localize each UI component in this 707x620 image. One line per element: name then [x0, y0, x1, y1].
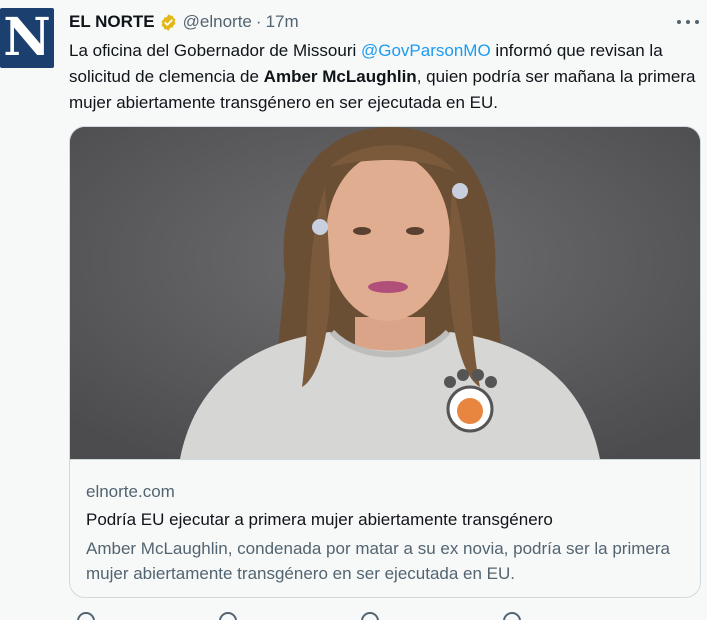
separator-dot: · — [255, 12, 262, 31]
card-title: Podría EU ejecutar a primera mujer abier… — [86, 510, 553, 529]
like-icon[interactable] — [361, 612, 379, 620]
card-image[interactable] — [70, 127, 700, 459]
link-preview-card[interactable]: elnorte.com Podría EU ejecutar a primera… — [69, 126, 701, 598]
tweet-actions — [69, 612, 629, 620]
tweet-timestamp[interactable]: 17m — [266, 12, 299, 32]
tweet-text: La oficina del Gobernador de Missouri @G… — [69, 38, 699, 116]
card-divider — [70, 459, 700, 460]
reply-icon[interactable] — [77, 612, 95, 620]
mention-link[interactable]: @GovParsonMO — [361, 41, 491, 60]
retweet-icon[interactable] — [219, 612, 237, 620]
tweet-header: EL NORTE @elnorte · 17m — [69, 11, 299, 33]
card-domain: elnorte.com — [86, 482, 175, 501]
author-handle[interactable]: @elnorte — [183, 12, 252, 32]
card-description: Amber McLaughlin, condenada por matar a … — [86, 539, 670, 583]
more-options-icon[interactable] — [677, 12, 699, 32]
avatar-logo-letter: N — [3, 8, 51, 68]
author-name[interactable]: EL NORTE — [69, 12, 155, 32]
avatar[interactable]: N — [0, 8, 54, 68]
tweet-bold-name: Amber McLaughlin — [263, 67, 417, 86]
tweet-text-part: La oficina del Gobernador de Missouri — [69, 41, 361, 60]
verified-badge-icon — [159, 13, 178, 32]
share-icon[interactable] — [503, 612, 521, 620]
